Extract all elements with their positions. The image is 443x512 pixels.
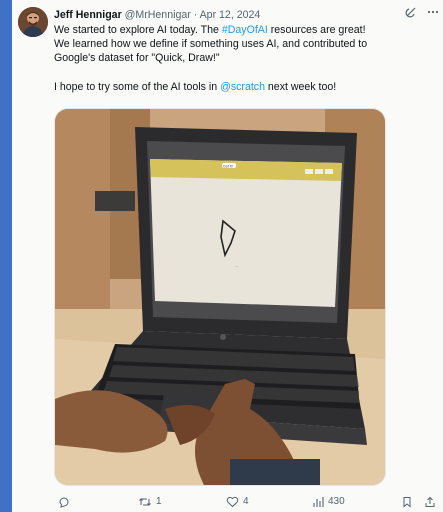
share-icon [425, 496, 435, 507]
laptop-screen-label: Got it! [223, 165, 233, 169]
tweet-photo[interactable]: Got it! ... [54, 108, 386, 486]
tweet-text-line-3: Google's dataset for "Quick, Draw!" [54, 52, 220, 65]
more-icon[interactable] [427, 6, 439, 20]
share-button[interactable] [424, 494, 436, 510]
tweet-text-spacer [54, 66, 438, 80]
grok-icon[interactable] [405, 6, 417, 20]
like-button[interactable]: 4 [226, 494, 249, 510]
author-name[interactable]: Jeff Hennigar [54, 9, 122, 21]
tweet-card[interactable]: Jeff Hennigar @MrHennigar · Apr 12, 2024… [12, 0, 443, 512]
tweet-text-line-4: I hope to try some of the AI tools in @s… [54, 80, 337, 93]
avatar[interactable] [18, 7, 48, 37]
views-button[interactable]: 430 [312, 494, 345, 510]
views-icon [313, 497, 324, 507]
hashtag-link[interactable]: #DayOfAI [222, 24, 268, 36]
tweet-text: We started to explore AI today. The #Day… [54, 23, 438, 94]
tweet-date[interactable]: Apr 12, 2024 [200, 9, 261, 21]
tweet-text-line-1: We started to explore AI today. The #Day… [54, 24, 366, 36]
reply-button[interactable] [58, 494, 74, 510]
header-separator: · [193, 9, 198, 21]
mention-link[interactable]: @scratch [220, 81, 265, 93]
retweet-button[interactable]: 1 [138, 494, 162, 510]
reply-icon [59, 497, 69, 508]
retweet-icon [139, 498, 151, 506]
laptop-photo: Got it! ... [55, 109, 385, 485]
drawing-caption: ... [235, 264, 238, 268]
header-icons [405, 6, 439, 20]
bookmark-icon [403, 497, 411, 508]
tweet-text-line-2: We learned how we define if something us… [54, 38, 368, 51]
retweet-count: 1 [156, 496, 162, 507]
like-count: 4 [243, 496, 249, 507]
tweet-header: Jeff Hennigar @MrHennigar · Apr 12, 2024 [54, 9, 260, 22]
tweet-actions: 1 4 430 [54, 494, 443, 510]
heart-icon [226, 496, 239, 508]
author-handle[interactable]: @MrHennigar [125, 9, 191, 21]
bookmark-button[interactable] [401, 494, 413, 510]
view-count: 430 [328, 496, 345, 507]
